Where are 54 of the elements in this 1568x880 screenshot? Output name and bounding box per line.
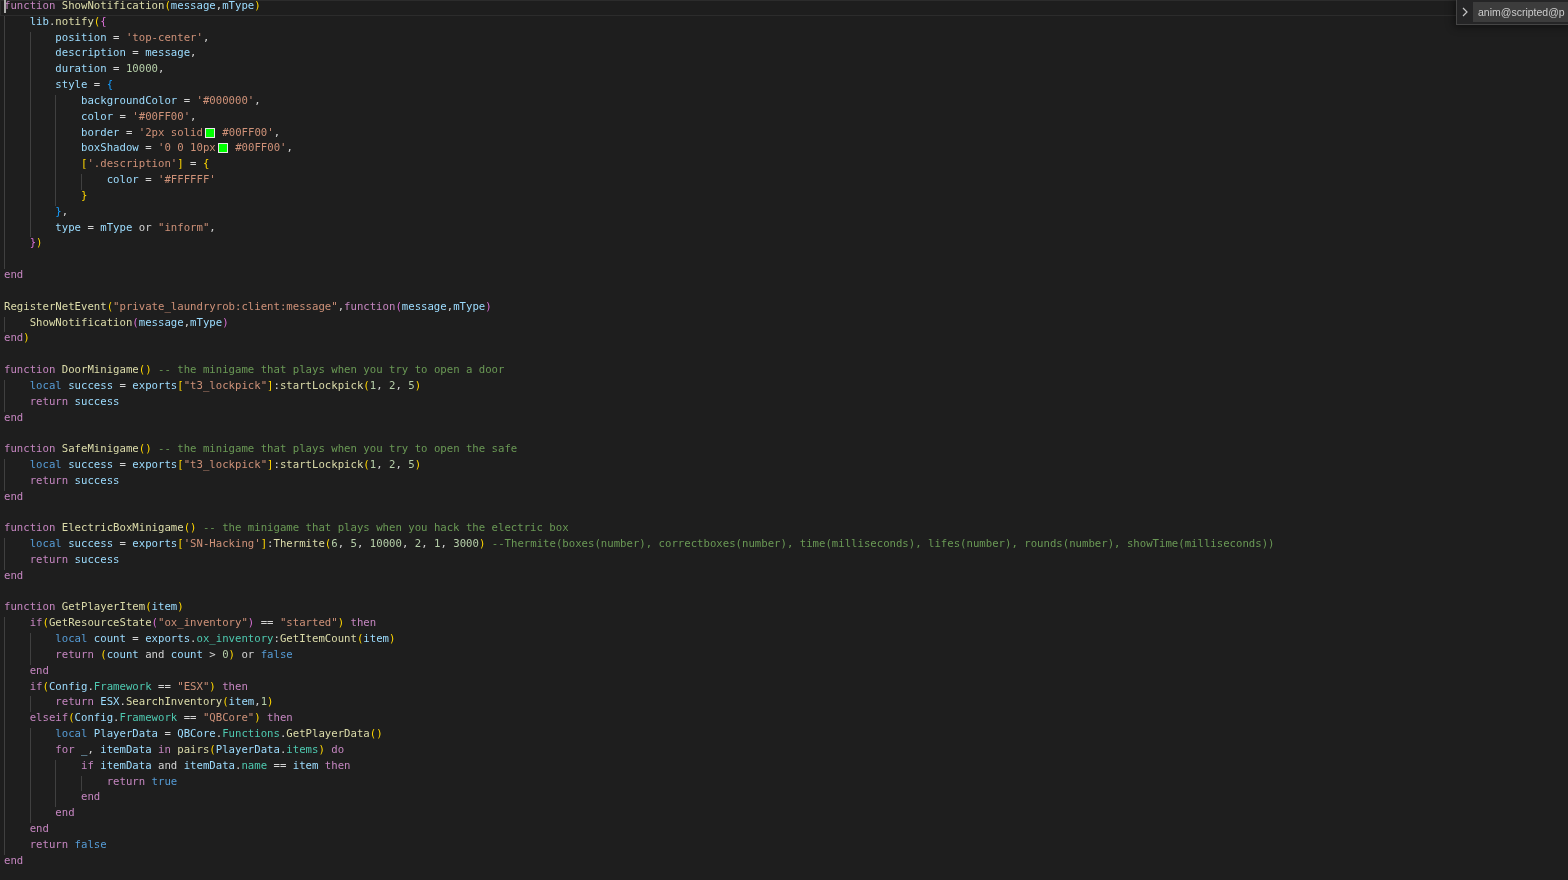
code-text: RegisterNetEvent("private_laundryrob:client:message",function(message,mType) xyxy=(4,300,492,312)
find-input[interactable]: anim@scripted@p xyxy=(1473,2,1568,22)
code-text: }, xyxy=(55,205,69,217)
code-text: local PlayerData = QBCore.Functions.GetPlayerData() xyxy=(55,728,383,740)
code-text: border = '2px solid xyxy=(81,126,203,138)
code-text: function DoorMinigame() -- the minigame that plays when you try to open a door xyxy=(4,364,505,376)
code-text: function ShowNotification(message,mType) xyxy=(4,0,261,11)
code-text: ShowNotification(message,mType) xyxy=(29,316,229,328)
code-text: local count = exports.ox_inventory:GetItemCount(item) xyxy=(55,633,396,645)
color-swatch-icon[interactable] xyxy=(217,143,228,154)
code-text: return success xyxy=(29,395,120,407)
code-text: type = mType or "inform", xyxy=(55,221,216,233)
code-text: #00FF00', xyxy=(221,126,281,138)
code-text: end xyxy=(4,490,24,502)
code-text: end xyxy=(4,411,24,423)
code-text: color = '#FFFFFF' xyxy=(106,174,216,186)
code-text: end xyxy=(29,664,49,676)
code-text: #00FF00', xyxy=(234,142,293,154)
color-swatch-icon[interactable] xyxy=(204,127,215,138)
code-text: lib.notify({ xyxy=(29,15,107,27)
code-text: end xyxy=(4,569,24,581)
code-text: end) xyxy=(4,332,30,344)
code-text: for _, itemData in pairs(PlayerData.items) do xyxy=(55,743,345,755)
code-text: description = message, xyxy=(55,47,197,59)
code-text: return true xyxy=(106,775,178,787)
code-text: duration = 10000, xyxy=(55,63,165,75)
code-text: local success = exports['SN-Hacking']:Thermite(6, 5, 10000, 2, 1, 3000) --Thermite(boxes(number), correctboxes(number), time(milliseconds), lifes(number), rounds(number), showTime(milliseconds)) xyxy=(29,538,1275,550)
code-text: if(GetResourceState("ox_inventory") == "started") then xyxy=(29,617,377,629)
code-text: color = '#00FF00', xyxy=(81,110,197,122)
code-text: boxShadow = '0 0 10px xyxy=(81,142,216,154)
code-text: elseif(Config.Framework == "QBCore") then xyxy=(29,712,293,724)
code-text: return (count and count > 0) or false xyxy=(55,648,293,660)
code-text: end xyxy=(81,791,101,803)
code-text: return success xyxy=(29,474,120,486)
code-text: return false xyxy=(29,838,107,850)
code-text: function GetPlayerItem(item) xyxy=(4,601,184,613)
code-text: ['.description'] = { xyxy=(81,158,210,170)
code-text: end xyxy=(55,807,75,819)
code-text: end xyxy=(4,269,24,281)
code-text: } xyxy=(81,189,88,201)
code-text: function SafeMinigame() -- the minigame that plays when you try to open the safe xyxy=(4,443,518,455)
code-text: return success xyxy=(29,554,120,565)
code-text: function ElectricBoxMinigame() -- the minigame that plays when you hack the electric box xyxy=(4,522,569,534)
code-text: end xyxy=(29,823,49,835)
code-text: position = 'top-center', xyxy=(55,31,210,43)
code-text: backgroundColor = '#000000', xyxy=(81,94,261,106)
code-text: if(Config.Framework == "ESX") then xyxy=(29,680,248,692)
code-text: end xyxy=(4,854,24,866)
code-text: if itemData and itemData.name == item then xyxy=(81,759,351,771)
code-text: style = { xyxy=(55,79,114,91)
code-text: return ESX.SearchInventory(item,1) xyxy=(55,696,274,708)
code-text: }) xyxy=(29,237,43,249)
code-text: local success = exports["t3_lockpick"]:startLockpick(1, 2, 5) xyxy=(29,379,422,391)
code-text: local success = exports["t3_lockpick"]:startLockpick(1, 2, 5) xyxy=(29,459,422,470)
